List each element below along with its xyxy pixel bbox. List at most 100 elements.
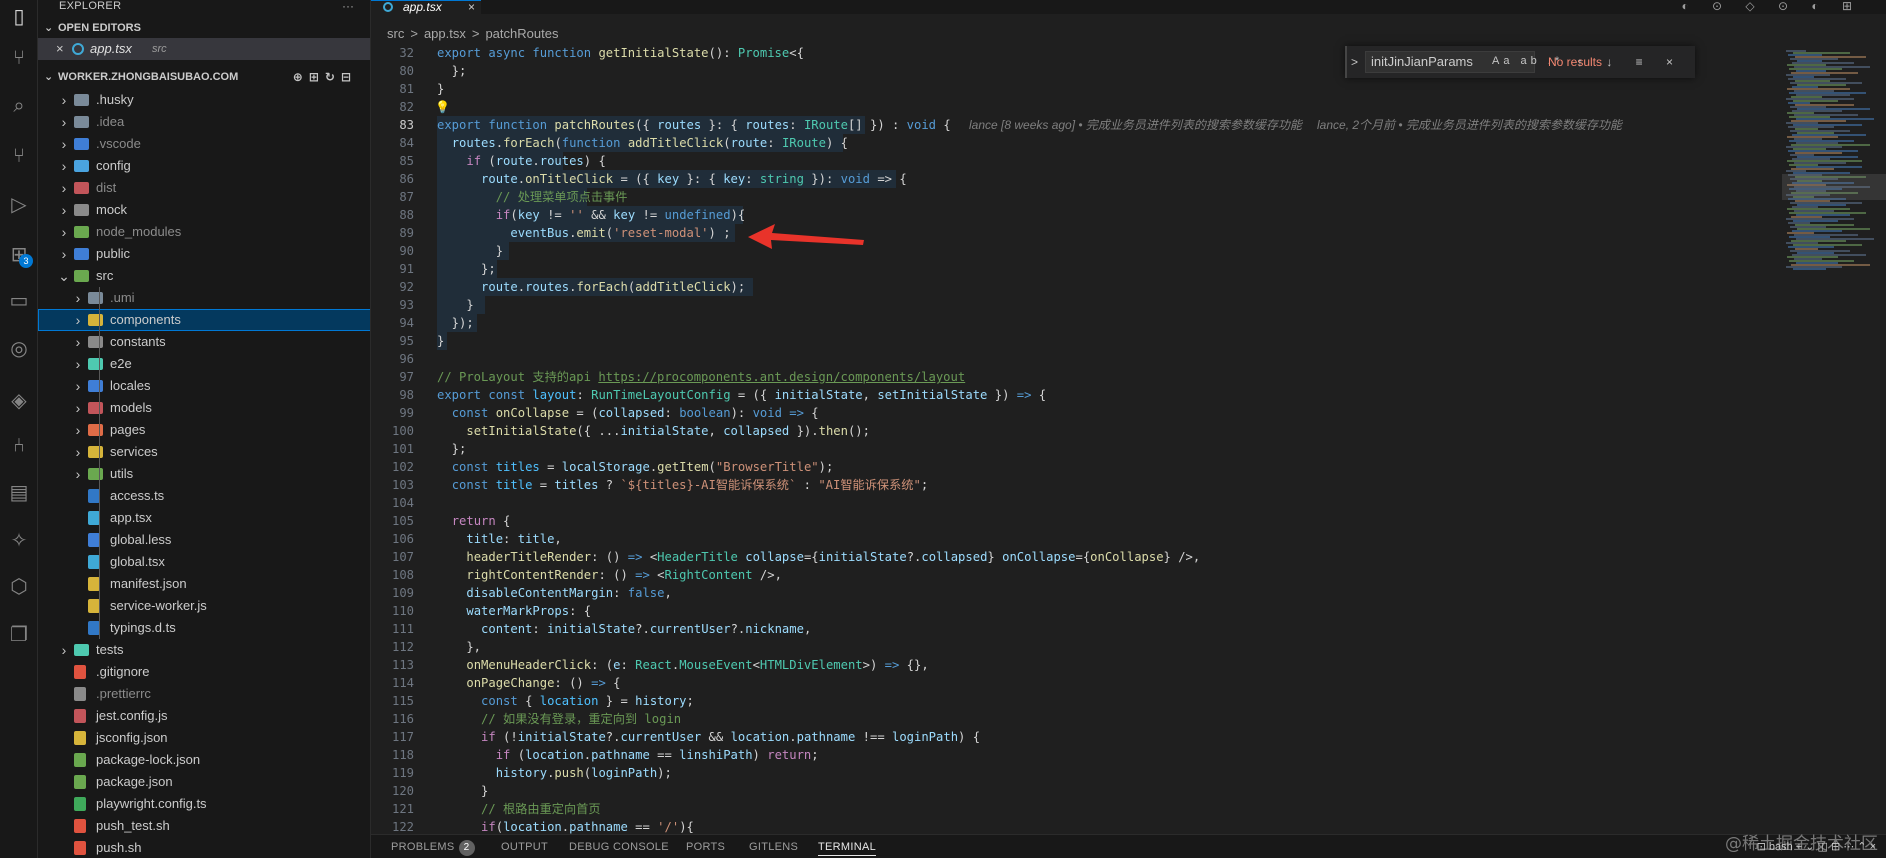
chevron-right-icon: › xyxy=(75,312,81,328)
workspace-header[interactable]: ⌄ WORKER.ZHONGBAISUBAO.COM ⊕⊞↻⊟ xyxy=(38,66,370,88)
tree-item-models[interactable]: › models xyxy=(38,397,370,419)
more-actions-icon[interactable]: ··· xyxy=(342,0,354,12)
tree-item-idea[interactable]: › .idea xyxy=(38,111,370,133)
tree-item-label: node_modules xyxy=(96,224,182,239)
tree-item-components[interactable]: › components xyxy=(38,309,370,331)
tree-item-label: src xyxy=(96,268,114,283)
tree-item-locales[interactable]: › locales xyxy=(38,375,370,397)
tree-item-package-json[interactable]: package.json xyxy=(38,771,370,793)
panel-tab-ports[interactable]: PORTS xyxy=(686,839,725,855)
chevron-down-icon: ⌄ xyxy=(44,71,54,83)
panel-tab-debug-console[interactable]: DEBUG CONSOLE xyxy=(569,839,669,855)
remote-explorer-icon[interactable]: ▭ xyxy=(5,286,33,314)
tree-item-src[interactable]: ⌄ src xyxy=(38,265,370,287)
tree-item-pages[interactable]: › pages xyxy=(38,419,370,441)
open-editor-name: app.tsx xyxy=(90,41,132,56)
source-control-graph-icon[interactable]: ⑂ xyxy=(5,44,33,72)
copy-icon[interactable]: ❐ xyxy=(5,620,33,648)
docker-icon[interactable]: ◈ xyxy=(5,386,33,414)
close-icon[interactable]: × xyxy=(56,38,64,60)
panel-tab-gitlens[interactable]: GITLENS xyxy=(749,839,798,855)
tree-item-utils[interactable]: › utils xyxy=(38,463,370,485)
chevron-right-icon: › xyxy=(61,246,67,262)
open-editors-header[interactable]: ⌄ OPEN EDITORS xyxy=(38,17,370,39)
tree-item-app-tsx[interactable]: app.tsx xyxy=(38,507,370,529)
tree-item-label: jest.config.js xyxy=(96,708,168,723)
timeline-icon[interactable]: ▤ xyxy=(5,478,33,506)
explorer-title: EXPLORER xyxy=(59,0,122,12)
tree-item-label: models xyxy=(110,400,152,415)
tree-item-gitignore[interactable]: .gitignore xyxy=(38,661,370,683)
chevron-right-icon: › xyxy=(75,444,81,460)
panel-tab-terminal[interactable]: TERMINAL xyxy=(818,839,877,856)
tree-item-access-ts[interactable]: access.ts xyxy=(38,485,370,507)
tree-item-global-tsx[interactable]: global.tsx xyxy=(38,551,370,573)
folder-icon xyxy=(74,94,89,106)
extensions-icon[interactable]: ⊞ 3 xyxy=(5,240,33,268)
file-icon xyxy=(74,841,86,855)
tree-item-dist[interactable]: › dist xyxy=(38,177,370,199)
tree-item-global-less[interactable]: global.less xyxy=(38,529,370,551)
sourcetree-icon[interactable]: ✧ xyxy=(5,526,33,554)
tree-item-label: .umi xyxy=(110,290,135,305)
tree-item-jsconfig-json[interactable]: jsconfig.json xyxy=(38,727,370,749)
file-icon xyxy=(74,731,86,745)
folder-icon xyxy=(88,358,103,370)
tree-item-label: playwright.config.ts xyxy=(96,796,207,811)
tree-item-public[interactable]: › public xyxy=(38,243,370,265)
git-graph-icon[interactable]: ⑃ xyxy=(5,432,33,460)
open-editor-item[interactable]: × app.tsx src xyxy=(38,38,370,60)
file-icon xyxy=(74,687,86,701)
tree-item-mock[interactable]: › mock xyxy=(38,199,370,221)
tree-item-husky[interactable]: › .husky xyxy=(38,89,370,111)
tree-item-push-test-sh[interactable]: push_test.sh xyxy=(38,815,370,837)
git-branch-icon[interactable]: ⑂ xyxy=(5,142,33,170)
panel-tab-label: PORTS xyxy=(686,841,726,853)
tree-item-prettierrc[interactable]: .prettierrc xyxy=(38,683,370,705)
tree-item-label: config xyxy=(96,158,131,173)
folder-icon xyxy=(74,644,89,656)
chevron-right-icon: › xyxy=(75,400,81,416)
tree-item-label: typings.d.ts xyxy=(110,620,176,635)
tree-item-node-modules[interactable]: › node_modules xyxy=(38,221,370,243)
search-icon[interactable]: ⌕ xyxy=(5,92,33,120)
panel-tab-label: TERMINAL xyxy=(818,841,877,853)
tree-item-tests[interactable]: › tests xyxy=(38,639,370,661)
tree-item-label: push.sh xyxy=(96,840,142,855)
tree-item-service-worker-js[interactable]: service-worker.js xyxy=(38,595,370,617)
tree-item-playwright-config-ts[interactable]: playwright.config.ts xyxy=(38,793,370,815)
files-icon[interactable]: ▯ xyxy=(5,2,33,30)
folder-icon xyxy=(88,402,103,414)
panel-tab-label: GITLENS xyxy=(749,841,799,853)
chevron-right-icon: › xyxy=(75,290,81,306)
annotation-arrow xyxy=(748,224,864,249)
folder-icon xyxy=(88,314,103,326)
tree-item-label: push_test.sh xyxy=(96,818,170,833)
tree-item-package-lock-json[interactable]: package-lock.json xyxy=(38,749,370,771)
tree-item-push-sh[interactable]: push.sh xyxy=(38,837,370,858)
folder-icon xyxy=(88,468,103,480)
chevron-right-icon: › xyxy=(61,224,67,240)
tree-item-jest-config-js[interactable]: jest.config.js xyxy=(38,705,370,727)
open-editors-label: OPEN EDITORS xyxy=(58,22,141,34)
gitlens-icon[interactable]: ◎ xyxy=(5,334,33,362)
tree-item-typings-d-ts[interactable]: typings.d.ts xyxy=(38,617,370,639)
tree-item-constants[interactable]: › constants xyxy=(38,331,370,353)
chevron-down-icon: ⌄ xyxy=(44,22,54,34)
folder-icon xyxy=(88,424,103,436)
tree-item-label: mock xyxy=(96,202,128,217)
tree-item-vscode[interactable]: › .vscode xyxy=(38,133,370,155)
tree-item-label: service-worker.js xyxy=(110,598,207,613)
tree-item-umi[interactable]: › .umi xyxy=(38,287,370,309)
panel-tab-problems[interactable]: PROBLEMS 2 xyxy=(391,839,475,856)
folder-icon xyxy=(88,336,103,348)
run-debug-icon[interactable]: ▷ xyxy=(5,190,33,218)
panel-tab-output[interactable]: OUTPUT xyxy=(501,839,548,855)
chevron-right-icon: › xyxy=(75,422,81,438)
tree-item-config[interactable]: › config xyxy=(38,155,370,177)
tree-item-manifest-json[interactable]: manifest.json xyxy=(38,573,370,595)
tree-item-e2e[interactable]: › e2e xyxy=(38,353,370,375)
tree-item-services[interactable]: › services xyxy=(38,441,370,463)
explorer-toolbar-icons[interactable]: ⊕⊞↻⊟ xyxy=(293,66,357,88)
cube-icon[interactable]: ⬡ xyxy=(5,572,33,600)
